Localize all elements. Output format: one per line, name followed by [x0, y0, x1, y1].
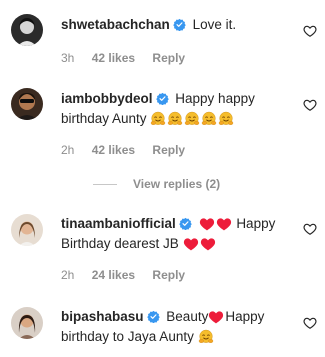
likes-count[interactable]: 24 likes — [92, 268, 135, 282]
hugging-face-emoji — [184, 111, 200, 127]
reply-button[interactable]: Reply — [152, 143, 185, 157]
username[interactable]: bipashabasu — [61, 309, 144, 324]
username[interactable]: shwetabachchan — [61, 17, 170, 32]
red-heart-emoji — [208, 309, 224, 325]
red-heart-emoji — [199, 216, 215, 232]
view-replies-button[interactable]: View replies (2) — [93, 177, 220, 191]
timestamp: 2h — [61, 143, 75, 157]
avatar[interactable] — [11, 214, 43, 246]
verified-badge-icon — [179, 217, 192, 230]
comment-body: Beauty — [166, 309, 209, 324]
comment-meta: 3h 42 likes Reply — [61, 51, 199, 65]
comment-text: tinaambaniofficial Happy Birthday deares… — [61, 214, 286, 254]
likes-count[interactable]: 42 likes — [92, 51, 135, 65]
heart-outline-icon[interactable] — [303, 316, 317, 330]
verified-badge-icon — [156, 92, 169, 105]
view-replies-label: View replies (2) — [133, 177, 221, 191]
red-heart-emoji — [216, 216, 232, 232]
verified-badge-icon — [147, 310, 160, 323]
comment-meta: 2h 42 likes Reply — [61, 143, 199, 157]
hugging-face-emoji — [150, 111, 166, 127]
timestamp: 3h — [61, 51, 75, 65]
reply-button[interactable]: Reply — [152, 268, 185, 282]
red-heart-emoji — [200, 236, 216, 252]
heart-outline-icon[interactable] — [303, 222, 317, 236]
verified-badge-icon — [173, 18, 186, 31]
comment-body: Love it. — [192, 17, 237, 32]
comment-text: shwetabachchan Love it. — [61, 15, 286, 35]
username[interactable]: iambobbydeol — [61, 91, 153, 106]
hugging-face-emoji — [198, 329, 214, 345]
red-heart-emoji — [183, 236, 199, 252]
hugging-face-emoji — [167, 111, 183, 127]
hugging-face-emoji — [218, 111, 234, 127]
comment-meta: 2h 24 likes Reply — [61, 268, 199, 282]
comment-text: bipashabasu Beauty Happy birthday to Jaya… — [61, 307, 286, 347]
avatar[interactable] — [11, 14, 43, 46]
heart-outline-icon[interactable] — [303, 98, 317, 112]
heart-outline-icon[interactable] — [303, 24, 317, 38]
replies-divider — [93, 184, 117, 186]
likes-count[interactable]: 42 likes — [92, 143, 135, 157]
avatar[interactable] — [11, 88, 43, 120]
timestamp: 2h — [61, 268, 75, 282]
comment-text: iambobbydeol Happy happy birthday Aunty — [61, 89, 286, 129]
username[interactable]: tinaambaniofficial — [61, 216, 176, 231]
avatar[interactable] — [11, 307, 43, 339]
hugging-face-emoji — [201, 111, 217, 127]
reply-button[interactable]: Reply — [152, 51, 185, 65]
